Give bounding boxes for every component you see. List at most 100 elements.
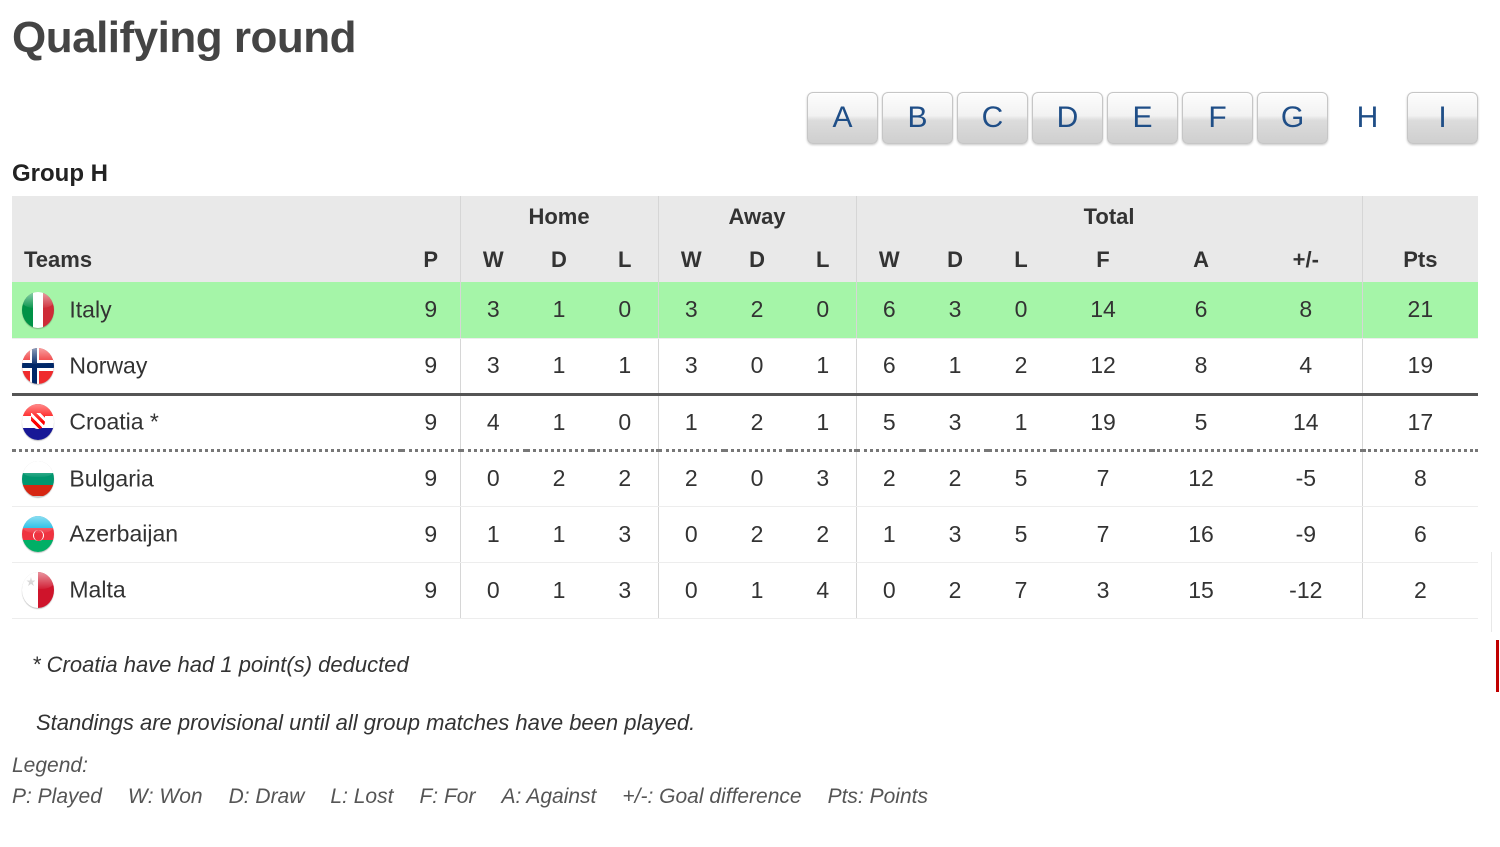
group-header-pts xyxy=(1361,196,1479,238)
cell-total-w: 1 xyxy=(855,506,923,563)
group-button-h[interactable]: H xyxy=(1332,92,1403,144)
cell-total-w: 6 xyxy=(855,338,923,396)
cell-total-a: 6 xyxy=(1152,282,1251,339)
cell-p: 9 xyxy=(402,394,460,452)
cell-home-w: 4 xyxy=(459,394,526,452)
cell-total-l: 7 xyxy=(988,562,1055,619)
cell-home-l: 3 xyxy=(592,562,659,619)
group-header-teams xyxy=(12,196,460,238)
cell-total-f: 12 xyxy=(1054,338,1153,396)
cell-home-d: 1 xyxy=(526,338,592,396)
cell-home-d: 1 xyxy=(526,282,592,339)
cell-total-d: 3 xyxy=(922,282,989,339)
team-cell[interactable]: Malta xyxy=(12,562,402,619)
cell-home-l: 1 xyxy=(592,338,659,396)
cell-total-w: 0 xyxy=(855,562,923,619)
cell-total-w: 5 xyxy=(855,394,923,452)
team-cell[interactable]: Azerbaijan xyxy=(12,506,402,563)
right-edge-hairline xyxy=(1491,552,1492,632)
group-button-e[interactable]: E xyxy=(1107,92,1178,144)
team-cell[interactable]: Italy xyxy=(12,282,402,339)
col-header-total-l[interactable]: L xyxy=(988,238,1055,282)
cell-home-d: 2 xyxy=(526,450,592,507)
group-button-c[interactable]: C xyxy=(957,92,1028,144)
cell-away-l: 0 xyxy=(790,282,857,339)
group-button-g[interactable]: G xyxy=(1257,92,1328,144)
col-header-home-d[interactable]: D xyxy=(526,238,592,282)
col-header-total-w[interactable]: W xyxy=(855,238,923,282)
col-header-total-a[interactable]: A xyxy=(1152,238,1251,282)
page-title: Qualifying round xyxy=(12,13,356,62)
cell-pts: 2 xyxy=(1361,562,1479,619)
col-header-teams[interactable]: Teams xyxy=(12,238,402,282)
cell-total-gd: 8 xyxy=(1250,282,1363,339)
col-header-home-l[interactable]: L xyxy=(592,238,659,282)
cell-pts: 8 xyxy=(1361,450,1479,507)
cell-p: 9 xyxy=(402,562,460,619)
cell-away-w: 1 xyxy=(657,394,725,452)
col-header-away-d[interactable]: D xyxy=(724,238,791,282)
cell-home-d: 1 xyxy=(526,562,592,619)
cell-home-w: 0 xyxy=(459,450,526,507)
col-header-pts[interactable]: Pts xyxy=(1361,238,1479,282)
column-header-row: Teams P W D L W D L W D L F A +/- Pts xyxy=(12,238,1479,282)
team-cell[interactable]: Croatia * xyxy=(12,394,402,452)
cell-home-d: 1 xyxy=(526,394,592,452)
col-header-away-l[interactable]: L xyxy=(790,238,857,282)
legend-item-a: A: Against xyxy=(501,785,597,808)
table-row[interactable]: Azerbaijan 9 1 1 3 0 2 2 1 3 5 7 16 -9 6 xyxy=(12,506,1479,563)
group-button-i[interactable]: I xyxy=(1407,92,1478,144)
table-notes: * Croatia have had 1 point(s) deducted S… xyxy=(12,626,1472,809)
team-name: Malta xyxy=(69,576,126,603)
cell-total-l: 1 xyxy=(988,394,1055,452)
group-nav: A B C D E F G H I xyxy=(807,92,1478,144)
cell-total-gd: -12 xyxy=(1250,562,1363,619)
cell-total-d: 3 xyxy=(922,394,989,452)
group-button-a[interactable]: A xyxy=(807,92,878,144)
cell-total-l: 5 xyxy=(988,506,1055,563)
team-cell[interactable]: Bulgaria xyxy=(12,450,402,507)
legend-item-d: D: Draw xyxy=(228,785,305,808)
standings-table: Home Away Total Teams P W D L W D L W D … xyxy=(12,196,1479,619)
table-row[interactable]: Malta 9 0 1 3 0 1 4 0 2 7 3 15 -12 2 xyxy=(12,562,1479,619)
flag-azerbaijan-icon xyxy=(22,516,54,552)
cell-away-l: 4 xyxy=(790,562,857,619)
table-row[interactable]: Italy 9 3 1 0 3 2 0 6 3 0 14 6 8 21 xyxy=(12,282,1479,339)
cell-total-w: 2 xyxy=(855,450,923,507)
group-button-f[interactable]: F xyxy=(1182,92,1253,144)
cell-pts: 17 xyxy=(1361,394,1479,452)
col-header-total-f[interactable]: F xyxy=(1054,238,1153,282)
cell-home-w: 3 xyxy=(459,282,526,339)
cell-away-w: 0 xyxy=(657,562,725,619)
table-row[interactable]: Croatia * 9 4 1 0 1 2 1 5 3 1 19 5 14 17 xyxy=(12,394,1479,452)
cell-away-w: 2 xyxy=(657,450,725,507)
legend-item-p: P: Played xyxy=(12,785,102,808)
col-header-total-gd[interactable]: +/- xyxy=(1250,238,1363,282)
cell-home-d: 1 xyxy=(526,506,592,563)
flag-croatia-icon xyxy=(22,404,54,440)
table-row[interactable]: Bulgaria 9 0 2 2 2 0 3 2 2 5 7 12 -5 8 xyxy=(12,450,1479,507)
cell-home-w: 3 xyxy=(459,338,526,396)
cell-home-l: 0 xyxy=(592,394,659,452)
legend-row: P: Played W: Won D: Draw L: Lost F: For … xyxy=(12,778,1472,809)
cell-p: 9 xyxy=(402,506,460,563)
cell-total-d: 2 xyxy=(922,450,989,507)
col-header-p[interactable]: P xyxy=(402,238,460,282)
legend-item-l: L: Lost xyxy=(330,785,394,808)
cell-pts: 6 xyxy=(1361,506,1479,563)
col-header-away-w[interactable]: W xyxy=(657,238,725,282)
team-cell[interactable]: Norway xyxy=(12,338,402,396)
flag-bulgaria-icon xyxy=(22,460,54,497)
cell-p: 9 xyxy=(402,450,460,507)
cell-total-a: 12 xyxy=(1152,450,1251,507)
col-header-home-w[interactable]: W xyxy=(459,238,526,282)
group-button-d[interactable]: D xyxy=(1032,92,1103,144)
col-header-total-d[interactable]: D xyxy=(922,238,989,282)
note-deduction: * Croatia have had 1 point(s) deducted xyxy=(32,652,409,677)
group-button-b[interactable]: B xyxy=(882,92,953,144)
table-row[interactable]: Norway 9 3 1 1 3 0 1 6 1 2 12 8 4 19 xyxy=(12,338,1479,396)
cell-total-f: 7 xyxy=(1054,450,1153,507)
cell-total-f: 19 xyxy=(1054,394,1153,452)
group-header-away: Away xyxy=(657,196,857,238)
flag-malta-icon xyxy=(22,572,54,608)
